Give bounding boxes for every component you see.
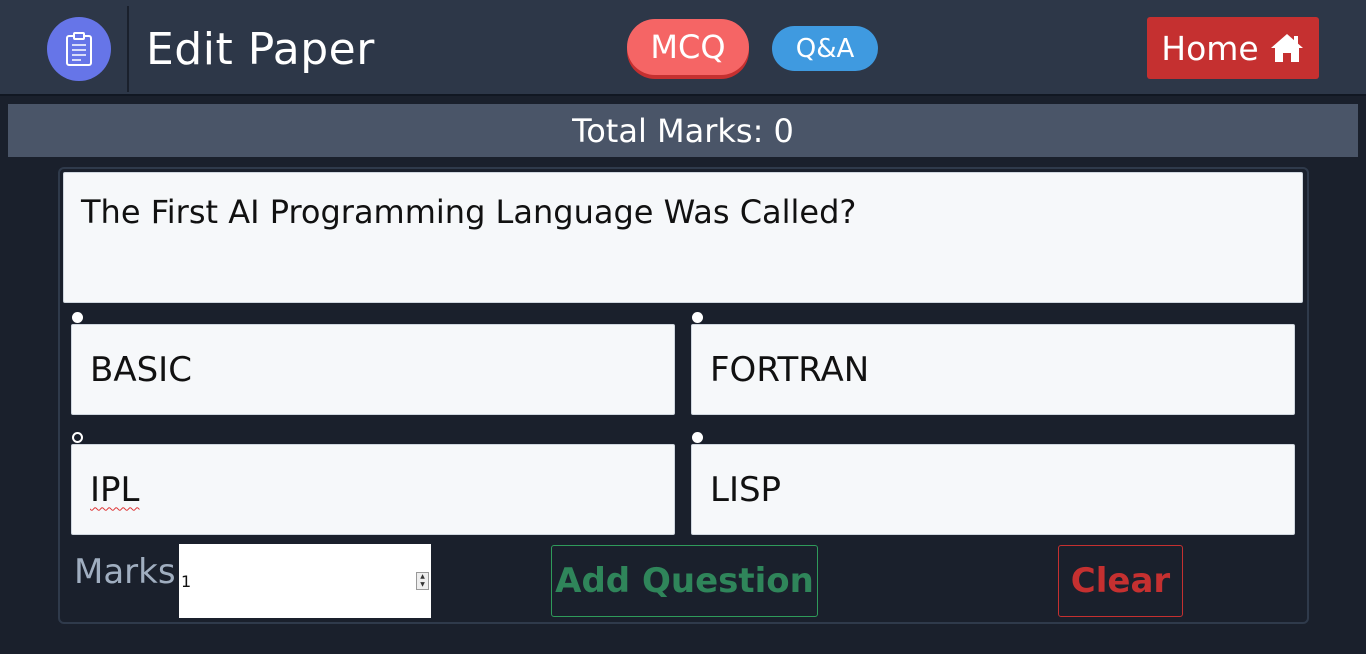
- option-radio-1[interactable]: [72, 312, 83, 323]
- option-input-4[interactable]: LISP: [691, 444, 1295, 535]
- option-text-1: BASIC: [90, 349, 192, 390]
- stepper-up-icon[interactable]: ▲: [420, 574, 425, 580]
- home-label: Home: [1161, 28, 1259, 68]
- marks-label: Marks: [74, 552, 176, 592]
- clipboard-icon: [66, 32, 92, 66]
- option-text-3: IPL: [90, 469, 140, 510]
- top-navbar: Edit Paper MCQ Q&A Home: [0, 0, 1366, 96]
- home-button[interactable]: Home: [1147, 17, 1319, 79]
- marks-stepper[interactable]: ▲ ▼: [416, 572, 429, 590]
- tab-qa[interactable]: Q&A: [772, 26, 878, 71]
- total-marks-bar: Total Marks: 0: [8, 104, 1358, 157]
- option-radio-3[interactable]: [72, 432, 83, 443]
- add-question-button[interactable]: Add Question: [551, 545, 818, 617]
- option-radio-2[interactable]: [692, 312, 703, 323]
- question-textarea[interactable]: The First AI Programming Language Was Ca…: [63, 172, 1303, 303]
- option-input-1[interactable]: BASIC: [71, 324, 675, 415]
- app-logo: [47, 17, 111, 81]
- option-input-2[interactable]: FORTRAN: [691, 324, 1295, 415]
- marks-value: 1: [181, 571, 192, 591]
- page-title: Edit Paper: [146, 24, 375, 75]
- option-text-2: FORTRAN: [710, 349, 870, 390]
- stepper-down-icon[interactable]: ▼: [420, 582, 425, 588]
- option-input-3[interactable]: IPL: [71, 444, 675, 535]
- clear-button[interactable]: Clear: [1058, 545, 1183, 617]
- option-radio-4[interactable]: [692, 432, 703, 443]
- marks-number-input[interactable]: 1 ▲ ▼: [179, 544, 431, 618]
- nav-divider: [127, 6, 129, 92]
- option-text-4: LISP: [710, 469, 782, 510]
- home-icon: [1270, 34, 1303, 62]
- tab-mcq[interactable]: MCQ: [627, 19, 749, 75]
